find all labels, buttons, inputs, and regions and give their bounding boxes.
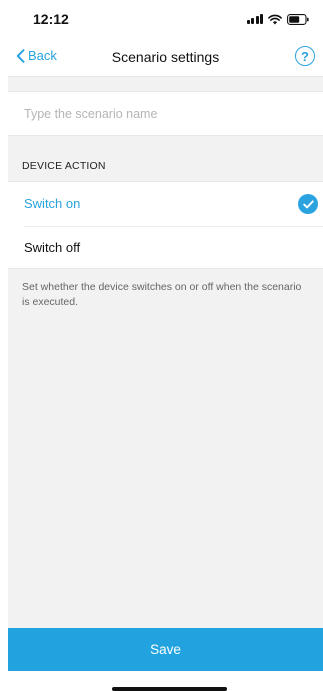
- status-bar: 12:12: [8, 0, 323, 38]
- save-label: Save: [150, 642, 181, 657]
- option-label-switch-on: Switch on: [24, 196, 81, 211]
- scenario-name-row: [8, 91, 323, 136]
- option-label-switch-off: Switch off: [24, 240, 81, 255]
- cellular-signal-icon: [246, 14, 263, 24]
- device-action-options: Switch on Switch off: [8, 181, 323, 269]
- page-title: Scenario settings: [111, 49, 220, 65]
- help-label: ?: [301, 48, 309, 64]
- scenario-settings-screen: 12:12 Back Scenario settings ? Type the …: [8, 0, 323, 691]
- question-circle-icon[interactable]: ?: [295, 46, 315, 66]
- phone-screen: 12:12 Back Scenario settings ? Type the …: [0, 0, 323, 691]
- navigation-bar: Back Scenario settings ?: [8, 38, 323, 77]
- option-switch-off[interactable]: Switch off: [8, 226, 323, 270]
- save-button[interactable]: Save: [8, 628, 323, 671]
- scenario-name-input[interactable]: [24, 92, 309, 135]
- option-switch-on[interactable]: Switch on: [8, 182, 323, 226]
- home-indicator: [112, 687, 227, 691]
- bottom-safe-area: [8, 671, 323, 691]
- check-circle-icon: [298, 194, 318, 214]
- wifi-icon: [268, 14, 282, 25]
- battery-icon: [287, 13, 309, 25]
- device-action-description: Set whether the device switches on or of…: [22, 281, 302, 308]
- status-icons: [246, 12, 310, 26]
- status-time: 12:12: [33, 11, 69, 27]
- device-action-header: DEVICE ACTION: [22, 160, 106, 172]
